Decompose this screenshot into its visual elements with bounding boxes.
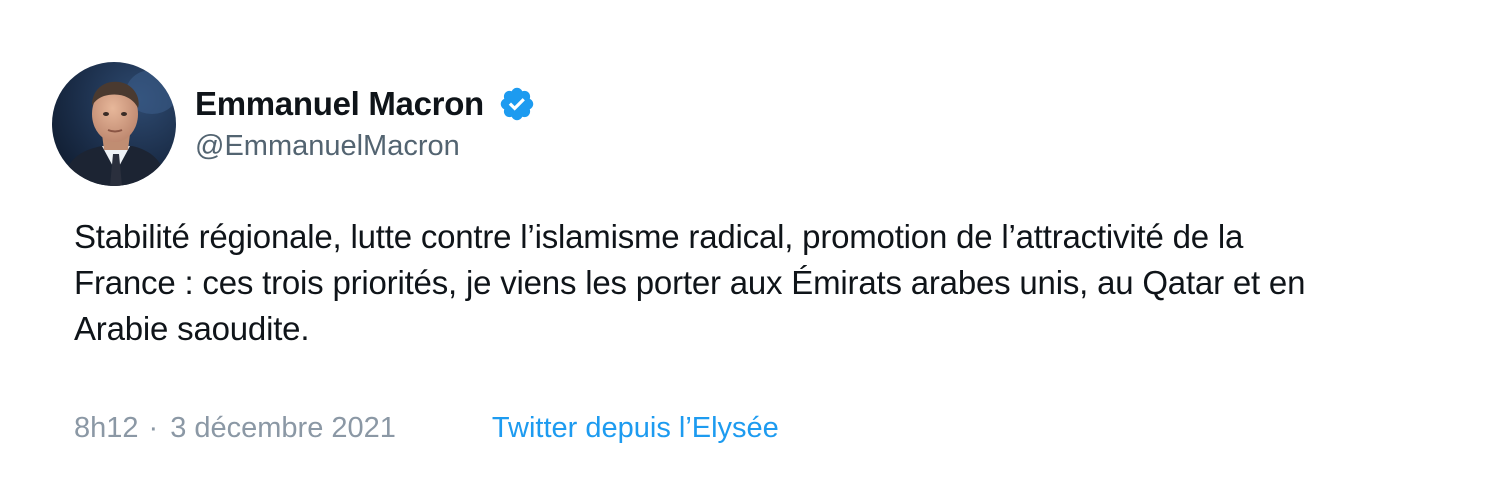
tweet-source-link[interactable]: Twitter depuis l’Elysée — [492, 412, 779, 445]
meta-separator: · — [148, 412, 159, 444]
user-handle[interactable]: @EmmanuelMacron — [195, 130, 536, 163]
tweet-date[interactable]: 3 décembre 2021 — [170, 412, 396, 445]
tweet-text: Stabilité régionale, lutte contre l’isla… — [74, 218, 1306, 347]
tweet-meta: 8h12 · 3 décembre 2021 Twitter depuis l’… — [74, 412, 779, 445]
author-block: Emmanuel Macron @EmmanuelMacron — [195, 82, 536, 163]
name-row: Emmanuel Macron — [195, 82, 536, 126]
profile-photo-icon — [52, 62, 176, 186]
avatar[interactable] — [52, 62, 176, 186]
display-name[interactable]: Emmanuel Macron — [195, 85, 484, 123]
tweet-time[interactable]: 8h12 — [74, 412, 139, 445]
verified-badge-icon — [498, 85, 536, 123]
tweet-card: Emmanuel Macron @EmmanuelMacron Stabilit… — [0, 0, 1500, 500]
